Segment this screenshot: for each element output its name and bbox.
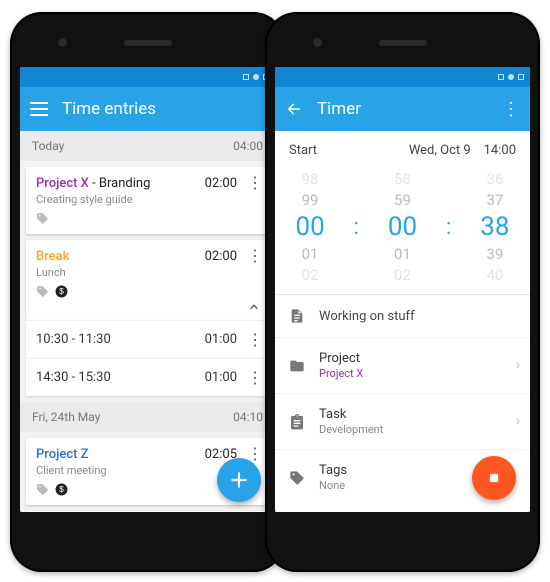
chevron-right-icon: › (516, 358, 520, 373)
sub-entry[interactable]: 10:30 - 11:30 01:00 ⋮ (26, 320, 269, 358)
entry-project: Project X (36, 176, 89, 191)
tag-icon (36, 483, 49, 496)
folder-icon (289, 358, 305, 374)
screen-time-entries: Time entries Today 04:00 Project X - Bra… (20, 67, 275, 512)
entry-card[interactable]: Super app 01:05 Fixing bug #2321 (26, 511, 269, 512)
tag-icon (36, 285, 49, 298)
screen-title: Time entries (62, 99, 156, 119)
entry-overflow-icon[interactable]: ⋮ (247, 446, 263, 462)
sub-entry-range: 10:30 - 11:30 (36, 332, 111, 347)
back-icon[interactable] (285, 101, 303, 117)
overflow-icon[interactable]: ⋮ (502, 99, 520, 120)
entry-project: Project Z (36, 447, 89, 462)
picker-separator: : (446, 215, 451, 240)
description-text: Working on stuff (319, 309, 415, 324)
collapse-icon[interactable] (247, 300, 261, 314)
section-label: Fri, 24th May (32, 410, 100, 424)
status-bar (20, 67, 275, 87)
tags-value: None (319, 479, 347, 492)
section-label: Today (32, 139, 64, 153)
billable-icon: $ (55, 483, 68, 496)
entry-overflow-icon[interactable]: ⋮ (247, 368, 263, 387)
section-header: Today 04:00 (20, 131, 275, 161)
task-label: Task (319, 407, 383, 422)
menu-icon[interactable] (30, 102, 48, 116)
svg-text:$: $ (59, 287, 64, 296)
picker-hours[interactable]: 98 99 00 01 02 (295, 170, 324, 284)
start-label: Start (289, 143, 317, 158)
section-header: Fri, 24th May 04:10 (20, 402, 275, 432)
screen-title: Timer (317, 99, 361, 119)
entry-subtitle: Creating style guide (36, 193, 259, 206)
phone-frame-right: Timer ⋮ Start Wed, Oct 9 14:00 98 99 00 … (265, 12, 540, 572)
svg-text:$: $ (59, 485, 64, 494)
entry-project: Break (36, 249, 69, 264)
description-row[interactable]: Working on stuff (275, 295, 530, 338)
stop-timer-fab[interactable] (472, 456, 516, 500)
sub-entry-range: 14:30 - 15:30 (36, 370, 111, 385)
section-total: 04:00 (233, 139, 263, 153)
tag-icon (289, 470, 305, 486)
sub-entry[interactable]: 14:30 - 15:30 01:00 ⋮ (26, 358, 269, 396)
screen-timer: Timer ⋮ Start Wed, Oct 9 14:00 98 99 00 … (275, 67, 530, 512)
entry-overflow-icon[interactable]: ⋮ (247, 330, 263, 349)
task-value: Development (319, 423, 383, 436)
tags-label: Tags (319, 463, 347, 478)
app-bar: Timer ⋮ (275, 87, 530, 131)
project-label: Project (319, 351, 363, 366)
entry-overflow-icon[interactable]: ⋮ (247, 248, 263, 264)
start-date: Wed, Oct 9 (409, 143, 471, 158)
entry-subtitle: Lunch (36, 266, 259, 279)
project-row[interactable]: Project Project X › (275, 338, 530, 394)
project-value: Project X (319, 367, 363, 380)
clipboard-icon (289, 414, 305, 430)
entry-card[interactable]: Project X - Branding 02:00 Creating styl… (26, 167, 269, 234)
duration-picker[interactable]: 98 99 00 01 02 : 58 59 00 01 02 : 36 3 (275, 166, 530, 295)
start-time: 14:00 (484, 143, 516, 158)
chevron-right-icon: › (516, 414, 520, 429)
picker-separator: : (354, 215, 359, 240)
add-entry-fab[interactable] (217, 458, 261, 502)
description-icon (289, 308, 305, 324)
entry-desc-suffix: - Branding (89, 176, 151, 191)
task-row[interactable]: Task Development › (275, 394, 530, 450)
entry-card[interactable]: Break 02:00 Lunch $ ⋮ (26, 240, 269, 320)
app-bar: Time entries (20, 87, 275, 131)
entry-overflow-icon[interactable]: ⋮ (247, 175, 263, 191)
status-bar (275, 67, 530, 87)
entries-list: Today 04:00 Project X - Branding 02:00 C… (20, 131, 275, 512)
picker-minutes[interactable]: 58 59 00 01 02 (388, 170, 417, 284)
picker-seconds[interactable]: 36 37 38 39 40 (480, 170, 509, 284)
billable-icon: $ (55, 285, 68, 298)
section-total: 04:10 (233, 410, 263, 424)
tag-icon (36, 212, 49, 225)
phone-frame-left: Time entries Today 04:00 Project X - Bra… (10, 12, 285, 572)
start-row[interactable]: Start Wed, Oct 9 14:00 (275, 131, 530, 166)
timer-content: Start Wed, Oct 9 14:00 98 99 00 01 02 : … (275, 131, 530, 512)
